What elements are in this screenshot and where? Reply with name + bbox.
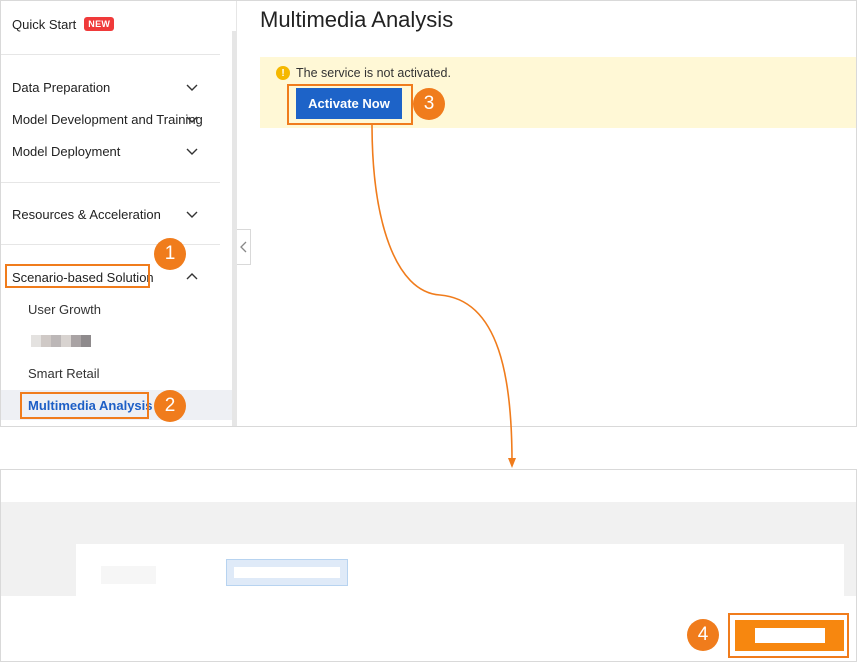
sidebar-item-quick-start[interactable]: Quick Start NEW [1,9,220,39]
chevron-down-icon [186,148,198,155]
alert-message: The service is not activated. [296,66,451,80]
step-marker-3: 3 [413,88,445,120]
collapse-sidebar-button[interactable] [237,229,251,265]
sidebar-item-data-preparation[interactable]: Data Preparation [1,72,220,102]
sidebar-subitem-label: User Growth [28,301,101,317]
sidebar-subitem-smart-retail[interactable]: Smart Retail [1,358,232,388]
blurred-label [101,566,156,584]
highlight-box-confirm [728,613,849,658]
page-title: Multimedia Analysis [260,7,454,32]
highlight-box-activate [287,84,413,125]
step-marker-4: 4 [687,619,719,651]
step-marker-2: 2 [154,390,186,422]
divider [1,244,220,245]
new-badge: NEW [84,17,115,31]
sidebar-item-label: Quick Start [12,16,77,32]
highlight-box-scenario [5,264,150,288]
sidebar-subitem-label: Smart Retail [28,365,100,381]
blurred-input-text [234,567,340,578]
sidebar-item-label: Model Deployment [12,143,121,159]
sidebar-subitem-user-growth[interactable]: User Growth [1,294,232,324]
chevron-left-icon [239,241,246,253]
blurred-subitem[interactable] [31,335,91,347]
chevron-up-icon [186,273,198,280]
sidebar: Quick Start NEW Data Preparation Model D… [1,1,232,426]
sidebar-item-label: Data Preparation [12,79,111,95]
activation-dialog-screenshot: 4 [0,469,857,662]
divider [1,182,220,183]
dialog-body-background [1,502,856,623]
sidebar-item-model-development[interactable]: Model Development and Training [1,104,220,134]
highlight-box-multimedia [20,392,149,419]
sidebar-item-resources[interactable]: Resources & Acceleration [1,199,220,229]
dialog-card [76,544,844,623]
divider [1,54,220,55]
chevron-down-icon [186,211,198,218]
chevron-down-icon [186,116,198,123]
console-screenshot: Quick Start NEW Data Preparation Model D… [0,0,857,427]
sidebar-item-model-deployment[interactable]: Model Deployment [1,136,220,166]
sidebar-item-label: Resources & Acceleration [12,206,161,222]
chevron-down-icon [186,84,198,91]
warning-icon: ! [276,66,290,80]
step-marker-1: 1 [154,238,186,270]
content-border [236,1,237,426]
sidebar-item-label: Model Development and Training [12,111,203,127]
blurred-input[interactable] [226,559,348,586]
